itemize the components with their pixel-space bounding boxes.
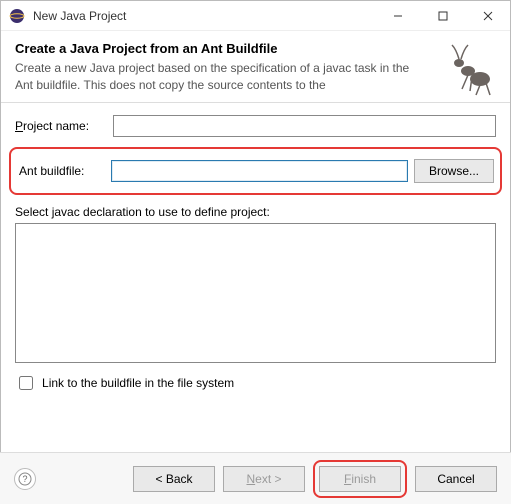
browse-button[interactable]: Browse... <box>414 159 494 183</box>
finish-highlight: Finish <box>313 460 407 498</box>
project-name-row: Project name: <box>15 115 496 137</box>
svg-text:?: ? <box>22 474 27 484</box>
project-name-input[interactable] <box>113 115 496 137</box>
project-name-label: Project name: <box>15 119 107 133</box>
minimize-button[interactable] <box>375 1 420 31</box>
wizard-content: Project name: Ant buildfile: Browse... S… <box>1 103 510 397</box>
banner-description: Create a new Java project based on the s… <box>15 60 415 94</box>
finish-button[interactable]: Finish <box>319 466 401 492</box>
wizard-banner: Create a Java Project from an Ant Buildf… <box>1 31 510 103</box>
ant-buildfile-row: Ant buildfile: Browse... <box>9 147 502 195</box>
wizard-footer: ? < Back Next > Finish Cancel <box>0 452 511 504</box>
ant-buildfile-input[interactable] <box>111 160 408 182</box>
next-button[interactable]: Next > <box>223 466 305 492</box>
help-button[interactable]: ? <box>14 468 36 490</box>
link-buildfile-checkbox[interactable] <box>19 376 33 390</box>
window-controls <box>375 1 510 31</box>
window-title: New Java Project <box>33 9 375 23</box>
eclipse-icon <box>9 8 25 24</box>
close-button[interactable] <box>465 1 510 31</box>
ant-icon <box>440 37 500 97</box>
ant-buildfile-label: Ant buildfile: <box>19 164 105 178</box>
titlebar: New Java Project <box>1 1 510 31</box>
javac-section-label: Select javac declaration to use to defin… <box>15 205 496 219</box>
link-buildfile-label: Link to the buildfile in the file system <box>42 376 234 390</box>
banner-heading: Create a Java Project from an Ant Buildf… <box>15 41 496 56</box>
javac-declaration-list[interactable] <box>15 223 496 363</box>
cancel-button[interactable]: Cancel <box>415 466 497 492</box>
back-button[interactable]: < Back <box>133 466 215 492</box>
link-checkbox-row: Link to the buildfile in the file system <box>15 373 496 393</box>
maximize-button[interactable] <box>420 1 465 31</box>
